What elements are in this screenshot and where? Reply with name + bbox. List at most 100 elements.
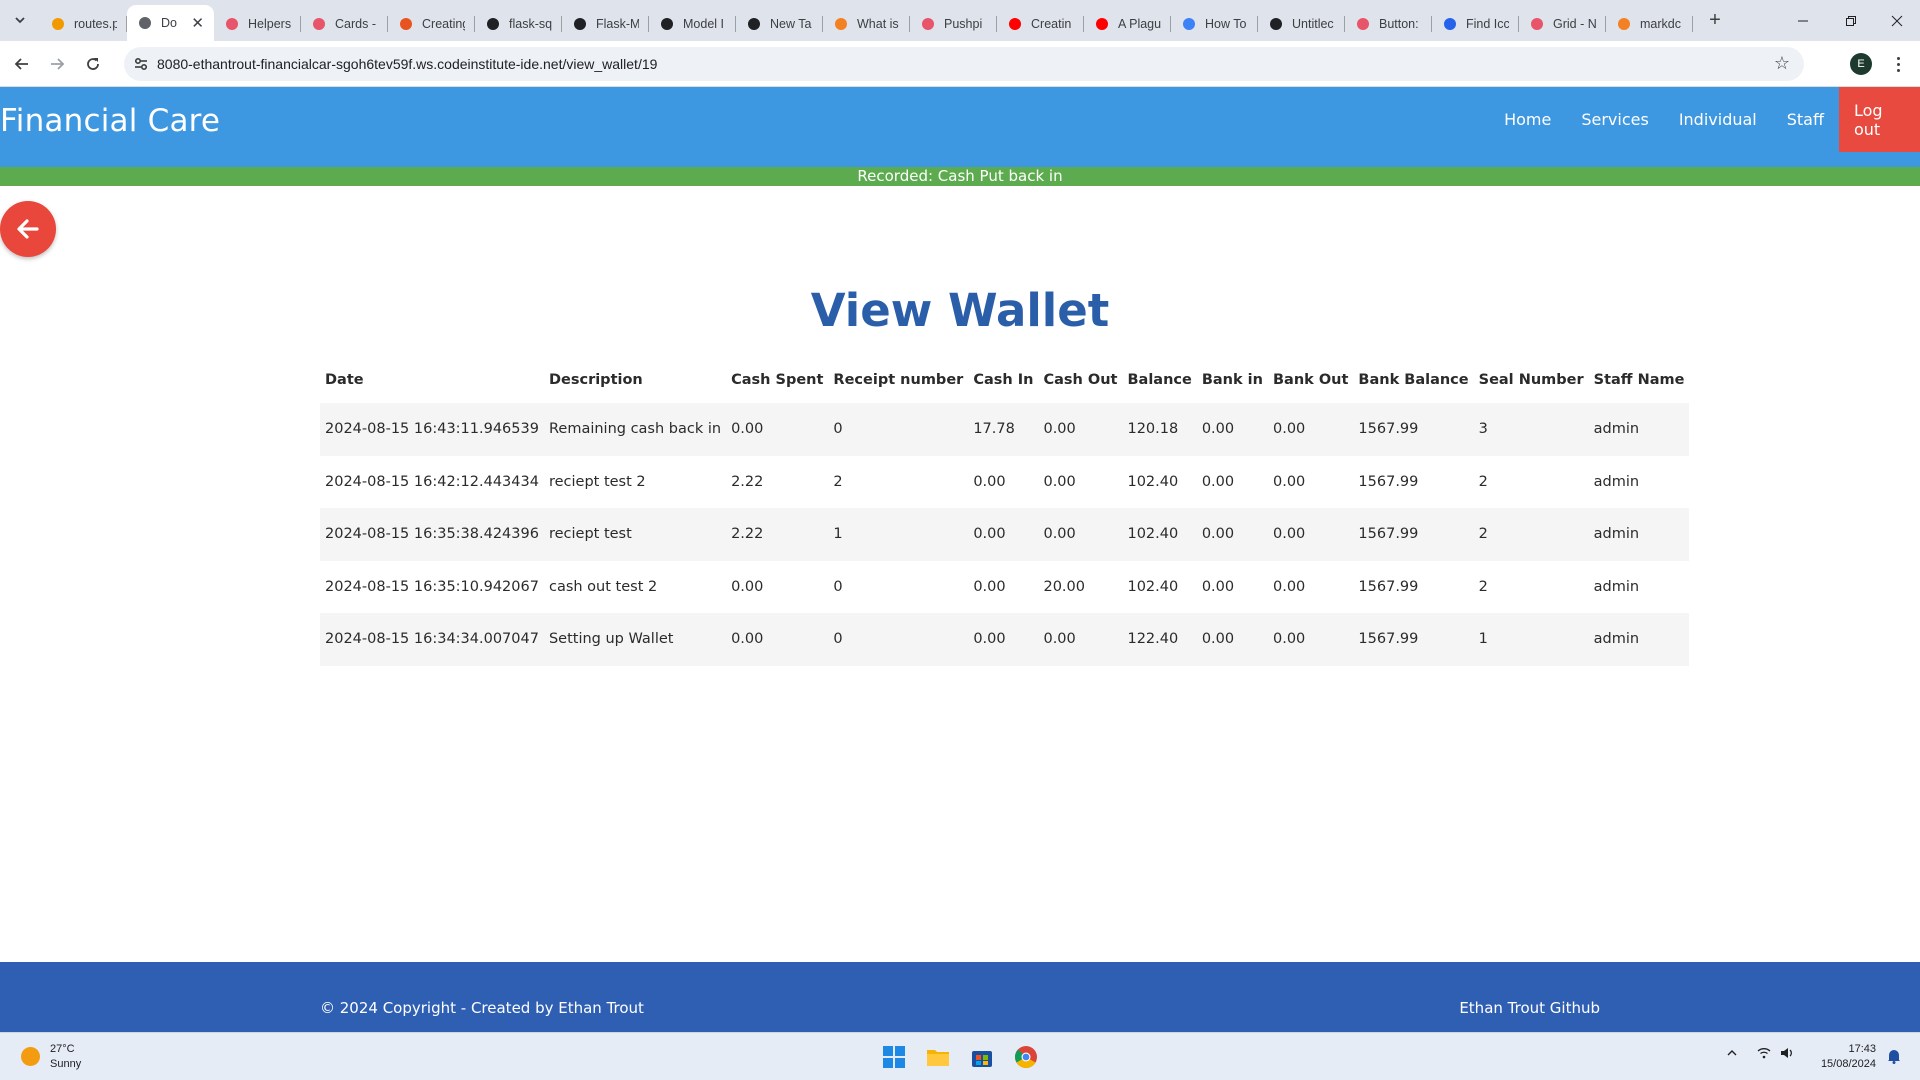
browser-tab[interactable]: Grid - N [1519,8,1606,39]
new-tab-button[interactable]: + [1703,8,1727,32]
site-settings-icon[interactable] [132,55,150,73]
bookmark-star-icon[interactable]: ☆ [1774,53,1790,74]
table-cell: admin [1593,578,1640,595]
table-cell: 2024-08-15 16:34:34.007047 [320,613,544,666]
browser-tab[interactable]: routes.p [40,8,127,39]
nav-home-link[interactable]: Home [1489,87,1566,152]
table-cell: Setting up Wallet [543,613,727,666]
table-cell: 1 [828,508,969,561]
browser-tab[interactable]: Helpers [214,8,301,39]
browser-tab[interactable]: flask-sq [475,8,562,39]
browser-tab[interactable]: Cards - [301,8,388,39]
reload-button[interactable] [79,50,107,78]
browser-tab[interactable]: Model I [649,8,736,39]
tab-title: What is [857,16,899,31]
browser-tab[interactable]: markdc [1606,8,1693,39]
tab-title: Find Icc [1466,16,1509,31]
browser-menu-button[interactable] [1890,52,1906,76]
tab-title: Button: [1379,16,1419,31]
logout-button[interactable]: Log out [1839,87,1920,152]
table-header-row: Date Description Cash Spent Receipt number C… [320,357,1689,403]
table-cell: 0.00 [726,613,829,666]
globe-icon [746,16,762,32]
restore-button[interactable] [1828,0,1874,41]
nav-individual-link[interactable]: Individual [1664,87,1772,152]
tab-title: markdc [1640,16,1681,31]
stack-icon [1616,16,1632,32]
close-window-button[interactable] [1874,0,1920,41]
tab-list: routes.p Do ✕ Helpers Cards - Creating flask-s… [40,5,1693,41]
github-link[interactable]: Ethan Trout Github [1459,999,1600,1017]
profile-avatar[interactable]: E [1850,53,1872,75]
browser-tab[interactable]: Do ✕ [127,5,214,41]
chrome-icon[interactable] [1010,1041,1042,1073]
wifi-icon[interactable] [1757,1047,1771,1062]
sun-icon[interactable] [21,1047,40,1066]
close-tab-icon[interactable]: ✕ [191,14,204,32]
nav-staff-link[interactable]: Staff [1772,87,1839,152]
tab-title: Pushpi [944,16,983,31]
forward-nav-button[interactable] [43,50,71,78]
browser-toolbar: 8080-ethantrout-financialcar-sgoh6tev59f… [0,41,1920,87]
table-cell: 122.40 [1122,613,1197,666]
table-row: 2024-08-15 16:42:12.443434 reciept test 2… [320,456,1689,509]
footer-copyright: © 2024 Copyright - Created by Ethan Trou… [320,999,644,1017]
minimize-button[interactable] [1780,0,1826,41]
browser-tab[interactable]: Button: [1345,8,1432,39]
table-cell: 0.00 [1038,403,1123,456]
file-explorer-icon[interactable] [922,1041,954,1073]
table-cell: reciept test [543,508,727,561]
table-cell: 0.00 [1272,578,1306,595]
youtube-icon [1094,16,1110,32]
tab-title: routes.p [74,16,117,31]
browser-tab[interactable]: Untitlec [1258,8,1345,39]
nav-services-link[interactable]: Services [1566,87,1663,152]
table-cell: 0.00 [1267,613,1354,666]
column-header: Cash In [973,372,1034,388]
tab-title: Flask-M [596,16,639,31]
microsoft-store-icon[interactable] [966,1041,998,1073]
site-brand[interactable]: Financial Care [0,103,220,139]
table-cell: Remaining cash back in [543,403,727,456]
address-bar[interactable]: 8080-ethantrout-financialcar-sgoh6tev59f… [124,47,1804,81]
weather-temperature[interactable]: 27°C [50,1043,75,1055]
globe-icon [137,15,153,31]
browser-tab[interactable]: Creating [388,8,475,39]
browser-tab[interactable]: How To [1171,8,1258,39]
url-text[interactable]: 8080-ethantrout-financialcar-sgoh6tev59f… [157,56,657,72]
browser-tab[interactable]: Find Icc [1432,8,1519,39]
browser-tab[interactable]: What is [823,8,910,39]
clock-time[interactable]: 17:43 [1812,1043,1876,1055]
browser-tab[interactable]: Pushpi [910,8,997,39]
table-cell: 20.00 [1043,578,1085,595]
back-button[interactable] [0,201,56,257]
browser-tab[interactable]: Creatin [997,8,1084,39]
chevron-up-icon[interactable] [1726,1047,1738,1062]
back-nav-button[interactable] [8,50,36,78]
table-cell: 2.22 [731,473,764,490]
table-cell: 1567.99 [1353,508,1474,561]
doc-icon [572,16,588,32]
table-cell: 0 [828,403,969,456]
column-header: Cash Spent [731,372,824,388]
bulma-icon [1355,16,1371,32]
browser-tab[interactable]: A Plagu [1084,8,1171,39]
weather-description[interactable]: Sunny [50,1058,81,1070]
table-cell: admin [1593,473,1640,490]
bulma-icon [224,16,240,32]
table-row: 2024-08-15 16:34:34.007047 Setting up Wal… [320,613,1690,666]
table-cell: 0.00 [1267,403,1354,456]
clock-date[interactable]: 15/08/2024 [1812,1058,1876,1070]
browser-tab[interactable]: New Ta [736,8,823,39]
windows-start-icon[interactable] [878,1041,910,1073]
table-row: 2024-08-15 16:35:10.942067 cash out test … [320,561,1689,614]
tab-search-button[interactable] [8,8,32,32]
volume-icon[interactable] [1780,1047,1794,1062]
tab-title: Grid - N [1553,16,1596,31]
browser-tab[interactable]: Flask-M [562,8,649,39]
table-cell: 2.22 [726,508,829,561]
restore-icon [1846,15,1856,26]
table-cell: 0.00 [1038,508,1123,561]
notification-bell-icon[interactable] [1887,1048,1901,1067]
table-cell: 120.18 [1122,403,1197,456]
